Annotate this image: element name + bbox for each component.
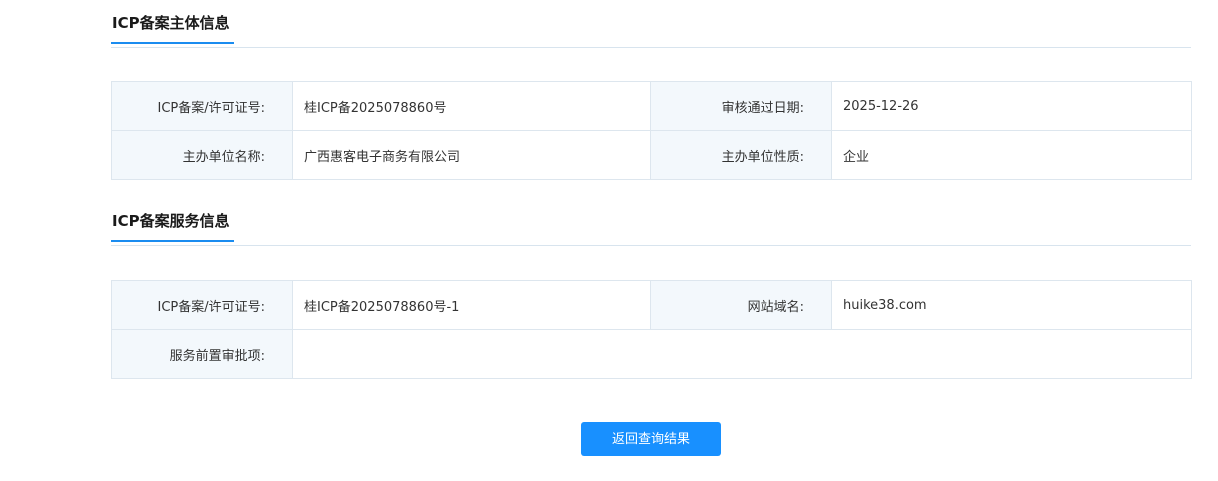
license-number-value: 桂ICP备2025078860号: [292, 81, 651, 131]
pre-approval-items-value: [292, 329, 1192, 379]
back-to-results-button[interactable]: 返回查询结果: [581, 422, 721, 456]
organizer-type-value: 企业: [831, 130, 1192, 180]
approval-date-value: 2025-12-26: [831, 81, 1192, 131]
pre-approval-items-label: 服务前置审批项:: [111, 329, 293, 379]
table-row: ICP备案/许可证号: 桂ICP备2025078860号-1 网站域名: hui…: [111, 280, 1192, 330]
table-row: 主办单位名称: 广西惠客电子商务有限公司 主办单位性质: 企业: [111, 130, 1192, 180]
subject-section-header: ICP备案主体信息: [111, 12, 1191, 48]
service-license-number-label: ICP备案/许可证号:: [111, 280, 293, 330]
icp-detail-page: ICP备案主体信息 ICP备案/许可证号: 桂ICP备2025078860号 审…: [0, 0, 1218, 481]
approval-date-label: 审核通过日期:: [650, 81, 832, 131]
website-domain-label: 网站域名:: [650, 280, 832, 330]
website-domain-value: huike38.com: [831, 280, 1192, 330]
subject-section-title: ICP备案主体信息: [111, 12, 234, 44]
subject-info-table: ICP备案/许可证号: 桂ICP备2025078860号 审核通过日期: 202…: [111, 81, 1192, 180]
table-row: 服务前置审批项:: [111, 329, 1192, 379]
table-row: ICP备案/许可证号: 桂ICP备2025078860号 审核通过日期: 202…: [111, 81, 1192, 131]
service-info-table: ICP备案/许可证号: 桂ICP备2025078860号-1 网站域名: hui…: [111, 280, 1192, 379]
service-license-number-value: 桂ICP备2025078860号-1: [292, 280, 651, 330]
organizer-name-label: 主办单位名称:: [111, 130, 293, 180]
service-section-title: ICP备案服务信息: [111, 210, 234, 242]
organizer-name-value: 广西惠客电子商务有限公司: [292, 130, 651, 180]
license-number-label: ICP备案/许可证号:: [111, 81, 293, 131]
organizer-type-label: 主办单位性质:: [650, 130, 832, 180]
service-section-header: ICP备案服务信息: [111, 210, 1191, 246]
